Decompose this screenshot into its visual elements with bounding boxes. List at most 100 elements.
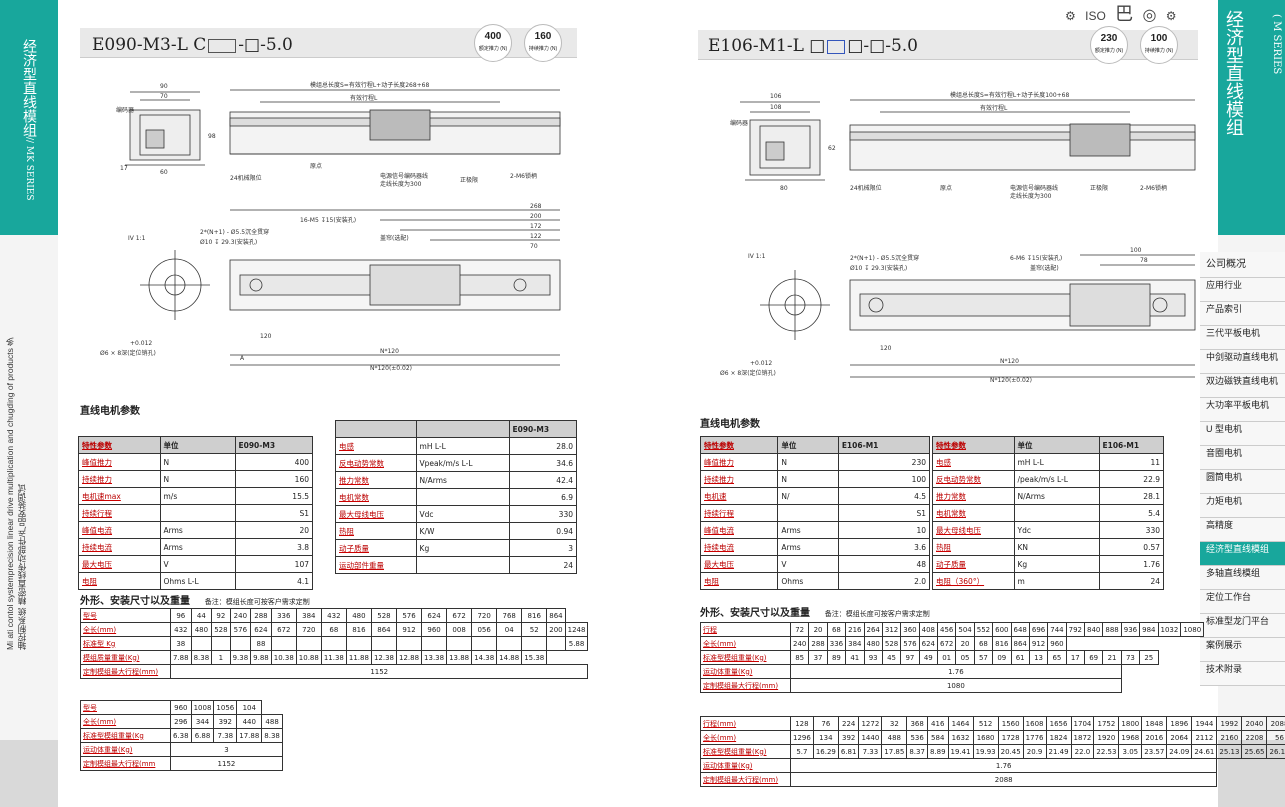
dims-cell: 1944 <box>1191 716 1218 731</box>
spec-row: 持续行程 S1 <box>699 504 931 522</box>
dims-cell: 1920 <box>1093 730 1120 745</box>
dims-cell: 1440 <box>858 730 883 745</box>
dims-cell: 1848 <box>1141 716 1168 731</box>
spec-unit <box>1013 504 1100 522</box>
spec-header-cell: 特性参数 <box>932 436 1015 454</box>
dim-label: +0.012 <box>750 360 772 367</box>
spec-row: 最大电压 V 48 <box>699 555 931 573</box>
spec-param-name: 运动部件重量 <box>335 556 417 574</box>
spec-row: 热阻 K/W 0.94 <box>335 522 577 540</box>
dim-label: Ø6 × 8深(定位销孔) <box>100 349 156 357</box>
spec-param-name: 推力常数 <box>932 487 1015 505</box>
dims-cell: 584 <box>926 730 949 745</box>
dims-cell: 312 <box>881 622 902 637</box>
left-technical-drawing: 90 70 98 17 60 编码器 有效行程L 模组总长度S=有效行程L+动子… <box>80 70 580 380</box>
spec-param-name: 电机常数 <box>335 488 417 506</box>
nav-item[interactable]: 案例展示 <box>1200 638 1285 662</box>
dim-label: 90 <box>160 83 168 90</box>
dims-cell: 408 <box>918 622 939 637</box>
dims-cell: 72 <box>789 622 810 637</box>
dim-label: 122 <box>530 233 542 240</box>
spec-param-name: 持续推力 <box>699 470 779 488</box>
spec-param-name: 最大电压 <box>78 555 161 573</box>
nav-item[interactable]: 标准型龙门平台 <box>1200 614 1285 638</box>
nav-item[interactable]: 定位工作台 <box>1200 590 1285 614</box>
dims-cell: 14.88 <box>496 650 523 665</box>
spec-unit: Vdc <box>415 505 510 523</box>
spec-header-cell: E106-M1 <box>1098 436 1164 454</box>
spec-row: 电感 mH L-L 11 <box>932 453 1164 471</box>
nav-item[interactable]: 音圈电机 <box>1200 446 1285 470</box>
spec-unit <box>415 488 510 506</box>
nav-item[interactable]: 中剑驱动直线电机 <box>1200 350 1285 374</box>
right-motor-spec-table-b: 特性参数 单位 E106-M1 电感 mH L-L 11 反电动势常数/peak/m/s L… <box>932 436 1164 590</box>
nav-item[interactable]: 力矩电机 <box>1200 494 1285 518</box>
dims-cell: 816 <box>521 608 548 623</box>
dims-cell <box>320 636 347 651</box>
dims-cell: 10.38 <box>270 650 297 665</box>
spec-value: 10 <box>837 521 931 539</box>
dims-cell: 23.57 <box>1141 744 1168 759</box>
dim-label: IV 1:1 <box>128 235 146 242</box>
nav-item[interactable]: 多轴直线模组 <box>1200 566 1285 590</box>
spec-value: 34.6 <box>508 454 577 472</box>
dim-label: 16-M5 ↧15(安装孔) <box>300 216 356 224</box>
dim-label: 正极限 <box>460 176 478 184</box>
nav-item[interactable]: 大功率平板电机 <box>1200 398 1285 422</box>
dims-cell: 480 <box>190 622 213 637</box>
spec-unit: N/Arms <box>415 471 510 489</box>
dims-cell: 912 <box>395 622 423 637</box>
nav-item[interactable]: 经济型直线模组 <box>1200 542 1285 566</box>
dims-cell: 11.88 <box>345 650 372 665</box>
nav-item[interactable]: U 型电机 <box>1200 422 1285 446</box>
spec-param-name: 峰值电流 <box>699 521 779 539</box>
nav-item[interactable]: 圆筒电机 <box>1200 470 1285 494</box>
dim-label: 编码器 <box>116 106 134 114</box>
certification-icons: ⚙ ISO 巴 ◎ ⚙ <box>1065 0 1183 26</box>
nav-item[interactable]: 三代平板电机 <box>1200 326 1285 350</box>
spec-value: 22.9 <box>1098 470 1164 488</box>
dims-cell: 3 <box>170 742 283 757</box>
spec-value: 3.6 <box>837 538 931 556</box>
dims-row: 标准型模组重量(Kg) 85 37 89 41 93 45 97 49 01 05 57 09 61 13 6… <box>700 650 1204 665</box>
dims-cell: 2088 <box>1266 716 1285 731</box>
nav-item[interactable]: 技术附录 <box>1200 662 1285 686</box>
nav-item[interactable]: 高精度 <box>1200 518 1285 542</box>
dims-cell: 13 <box>1028 650 1049 665</box>
dims-cell: 85 <box>789 650 810 665</box>
dims-row-label: 行程 <box>700 622 791 637</box>
spec-param-name: 推力常数 <box>335 471 417 489</box>
spec-value: 4.5 <box>837 487 931 505</box>
iso-icon: ISO <box>1085 9 1106 23</box>
left-footer-image <box>0 740 58 807</box>
dims-cell: 56 <box>1266 730 1285 745</box>
spec-unit: V <box>159 555 236 573</box>
nav-item[interactable]: 双边磁铁直线电机 <box>1200 374 1285 398</box>
dim-label: Ø10 ↧ 29.3(安装孔) <box>850 264 907 272</box>
dims-cell: 288 <box>808 636 828 651</box>
nav-item[interactable]: 产品索引 <box>1200 302 1285 326</box>
nav-item[interactable]: 公司概况 <box>1200 252 1285 278</box>
dim-label: 模组总长度S=有效行程L+动子长度100+68 <box>950 91 1070 99</box>
right-series-text: 经济型直线模组 <box>1223 10 1244 136</box>
dims-cell: 368 <box>906 716 928 731</box>
nav-item[interactable]: 应用行业 <box>1200 278 1285 302</box>
dims-cell: 45 <box>881 650 902 665</box>
dims-row: 运动体重量(Kg) 1.76 <box>700 758 1285 773</box>
spec-value: 107 <box>234 555 313 573</box>
dims-cell: 624 <box>918 636 939 651</box>
dims-cell <box>395 636 423 651</box>
dim-label: 2-M6锁柄 <box>510 172 537 180</box>
spec-value: 5.4 <box>1098 504 1164 522</box>
dims-cell: 480 <box>863 636 883 651</box>
right-motor-spec-table-a: 特性参数 单位 E106-M1 峰值推力 N 230 持续推力 N 100 电机速 N/4.5 持续行… <box>699 436 931 590</box>
dims-cell: 864 <box>1010 636 1030 651</box>
spec-value: 330 <box>508 505 577 523</box>
dims-cell: 20.9 <box>1022 744 1047 759</box>
spec-param-name: 峰值推力 <box>78 453 161 471</box>
dims-cell: 912 <box>1028 636 1049 651</box>
dim-label: 70 <box>530 243 538 250</box>
dims-cell: 49 <box>918 650 939 665</box>
dims-cell: 1272 <box>858 716 883 731</box>
spec-unit: m/s <box>159 487 236 505</box>
